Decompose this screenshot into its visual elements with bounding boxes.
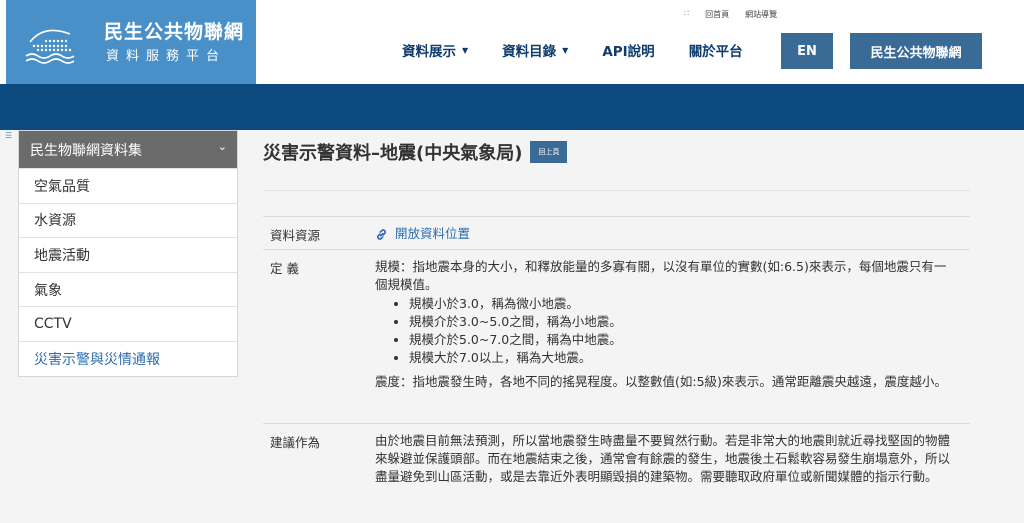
caret-down-icon: ▼ — [562, 45, 569, 55]
row-value: 由於地震目前無法預測，所以當地震發生時盡量不要貿然行動。若是非常大的地震則就近尋… — [375, 433, 951, 484]
nav-label: 關於平台 — [688, 44, 743, 60]
link-icon — [377, 228, 386, 240]
logo-waves-icon — [25, 29, 75, 64]
platform-button[interactable]: 民生公共物聯網 — [850, 33, 982, 69]
caret-down-icon: ▼ — [462, 45, 469, 55]
row-key: 資料資源 — [270, 228, 321, 243]
sidebar-item-water[interactable]: 水資源 — [19, 202, 237, 238]
site-header: 民生公共物聯網 資料服務平台 ∷ 回首頁 網站導覽 資料展示 ▼ 資料目錄 ▼ … — [0, 0, 1024, 84]
nav-data-display[interactable]: 資料展示 ▼ — [402, 40, 468, 60]
sitemap-dots-icon: ∷ — [684, 9, 690, 18]
utility-nav: ∷ 回首頁 網站導覽 — [684, 9, 777, 20]
open-data-link-label: 開放資料位置 — [395, 226, 471, 241]
table-row: 資料資源 開放資料位置 — [263, 217, 970, 250]
magnitude-definition: 規模：指地震本身的大小，和釋放能量的多寡有關，以沒有單位的實數(如:6.5)來表… — [375, 259, 947, 292]
nav-label: 資料目錄 — [502, 44, 557, 60]
logo-title: 民生公共物聯網 — [104, 21, 245, 43]
sidebar-heading[interactable]: 民生物聯網資料集 ⌄ — [19, 131, 237, 168]
sidebar-heading-label: 民生物聯網資料集 — [30, 142, 142, 159]
row-key: 建議作為 — [270, 435, 321, 450]
nav-data-catalog[interactable]: 資料目錄 ▼ — [502, 40, 568, 60]
site-logo[interactable]: 民生公共物聯網 資料服務平台 — [6, 0, 256, 84]
main-nav: 資料展示 ▼ 資料目錄 ▼ API說明 關於平台 — [402, 40, 777, 60]
logo-subtitle: 資料服務平台 — [106, 49, 227, 64]
home-link[interactable]: 回首頁 — [705, 9, 729, 20]
table-row: 定 義 規模：指地震本身的大小，和釋放能量的多寡有關，以沒有單位的實數(如:6.… — [263, 250, 970, 424]
sidebar: 民生物聯網資料集 ⌄ 空氣品質 水資源 地震活動 氣象 CCTV 災害示警與災情… — [18, 130, 238, 377]
open-data-link[interactable]: 開放資料位置 — [375, 225, 956, 243]
row-value: 開放資料位置 — [363, 217, 970, 249]
list-item: 規模介於3.0~5.0之間，稱為小地震。 — [409, 313, 956, 331]
info-table: 資料資源 開放資料位置 定 義 規模：指地震本身的大小，和釋放能量的多寡有關，以… — [263, 216, 970, 517]
nav-label: API說明 — [602, 44, 655, 60]
menu-toggle-icon[interactable]: ☰ — [5, 131, 12, 140]
sidebar-item-weather[interactable]: 氣象 — [19, 271, 237, 307]
header-banner — [0, 84, 1024, 130]
list-item: 規模大於7.0以上，稱為大地震。 — [409, 349, 956, 367]
intensity-definition: 震度：指地震發生時，各地不同的搖晃程度。以整數值(如:5級)來表示。通常距離震央… — [375, 374, 947, 389]
page-title: 災害示警資料–地震(中央氣象局) — [263, 143, 523, 164]
language-button[interactable]: EN — [781, 33, 833, 69]
nav-about[interactable]: 關於平台 — [689, 40, 743, 60]
sidebar-item-earthquake[interactable]: 地震活動 — [19, 237, 237, 272]
row-key: 定 義 — [270, 261, 299, 276]
list-item: 規模介於5.0~7.0之間，稱為中地震。 — [409, 331, 956, 349]
chevron-down-icon: ⌄ — [217, 140, 227, 153]
divider — [263, 190, 970, 191]
sidebar-item-air-quality[interactable]: 空氣品質 — [19, 168, 237, 203]
page-header: 災害示警資料–地震(中央氣象局) 回上頁 — [263, 139, 568, 165]
row-value: 規模：指地震本身的大小，和釋放能量的多寡有關，以沒有單位的實數(如:6.5)來表… — [363, 250, 970, 423]
nav-api-docs[interactable]: API說明 — [602, 40, 654, 60]
magnitude-list: 規模小於3.0，稱為微小地震。 規模介於3.0~5.0之間，稱為小地震。 規模介… — [375, 295, 956, 367]
sitemap-link[interactable]: 網站導覽 — [745, 9, 777, 20]
list-item: 規模小於3.0，稱為微小地震。 — [409, 295, 956, 313]
sidebar-item-cctv[interactable]: CCTV — [19, 306, 237, 341]
sidebar-item-disaster-alerts[interactable]: 災害示警與災情通報 — [19, 340, 237, 376]
table-row: 建議作為 由於地震目前無法預測，所以當地震發生時盡量不要貿然行動。若是非常大的地… — [263, 424, 970, 517]
nav-label: 資料展示 — [402, 44, 456, 60]
back-button[interactable]: 回上頁 — [530, 141, 568, 163]
